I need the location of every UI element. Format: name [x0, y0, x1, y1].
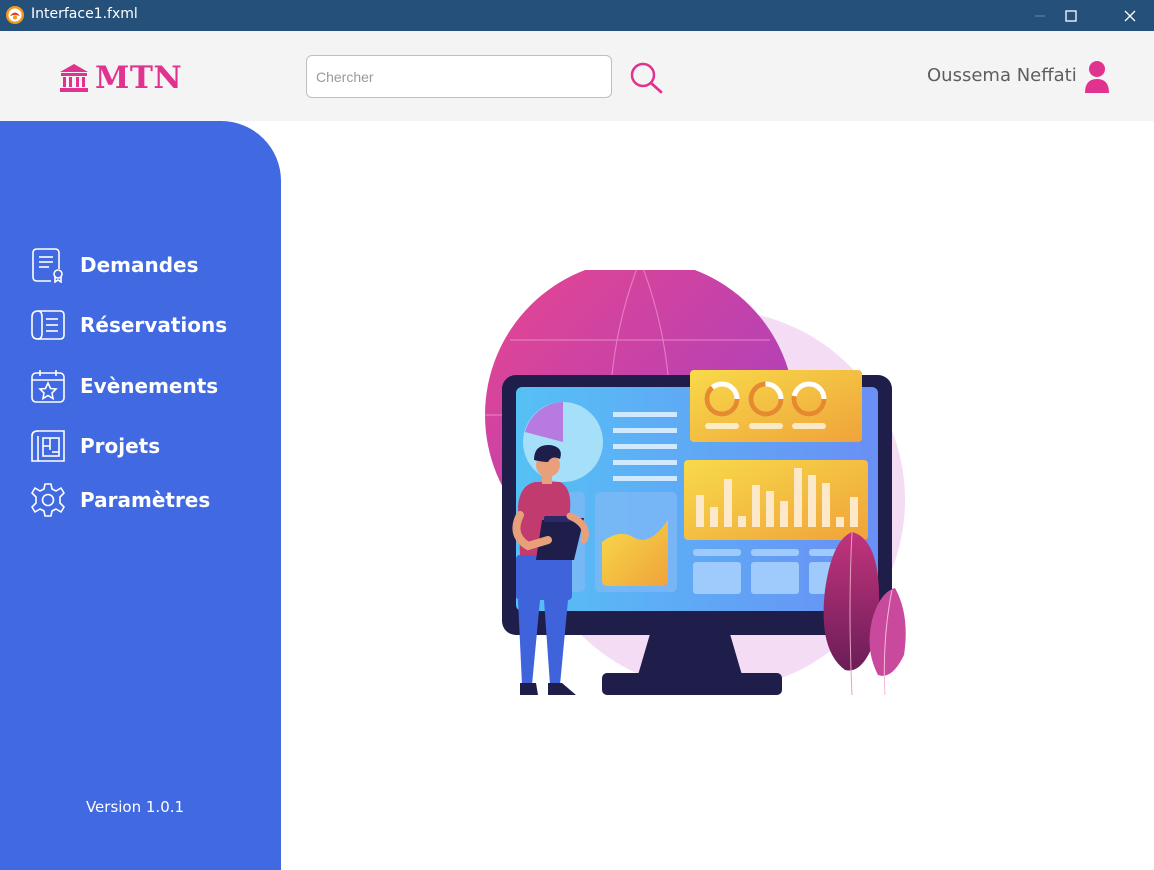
- sidebar-item-label: Paramètres: [80, 488, 211, 512]
- close-icon: [1124, 10, 1136, 21]
- user-name: Oussema Neffati: [927, 65, 1077, 86]
- user-icon[interactable]: [1083, 60, 1111, 94]
- logo[interactable]: MTN: [58, 60, 182, 96]
- sidebar-item-label: Demandes: [80, 253, 199, 277]
- sidebar-item-evenements[interactable]: Evènements: [30, 368, 218, 404]
- sidebar-item-reservations[interactable]: Réservations: [30, 307, 227, 343]
- version-label: Version 1.0.1: [85, 798, 185, 816]
- minimize-icon: [1035, 15, 1045, 16]
- search-button[interactable]: [628, 60, 664, 96]
- sidebar-item-label: Projets: [80, 434, 161, 458]
- sidebar-item-demandes[interactable]: Demandes: [30, 247, 199, 283]
- maximize-button[interactable]: [1048, 0, 1094, 31]
- building-icon: [60, 64, 88, 92]
- sidebar-item-label: Réservations: [80, 313, 228, 337]
- app-icon: [6, 6, 24, 24]
- maximize-icon: [1065, 9, 1077, 22]
- search-icon: [630, 62, 663, 94]
- window-title: Interface1.fxml: [31, 6, 138, 22]
- gear-icon: [31, 483, 65, 517]
- close-button[interactable]: [1107, 0, 1153, 31]
- logo-text: MTN: [95, 60, 183, 96]
- sidebar-item-projets[interactable]: Projets: [30, 428, 160, 464]
- calendar-star-icon: [31, 370, 65, 403]
- sidebar-item-parametres[interactable]: Paramètres: [30, 482, 210, 518]
- window-titlebar: Interface1.fxml: [0, 0, 1154, 31]
- search-input[interactable]: [306, 55, 612, 98]
- blueprint-icon: [31, 430, 65, 462]
- sidebar-item-label: Evènements: [80, 374, 219, 398]
- dashboard-illustration: [485, 270, 906, 696]
- list-scroll-icon: [31, 310, 65, 340]
- document-icon: [32, 248, 63, 283]
